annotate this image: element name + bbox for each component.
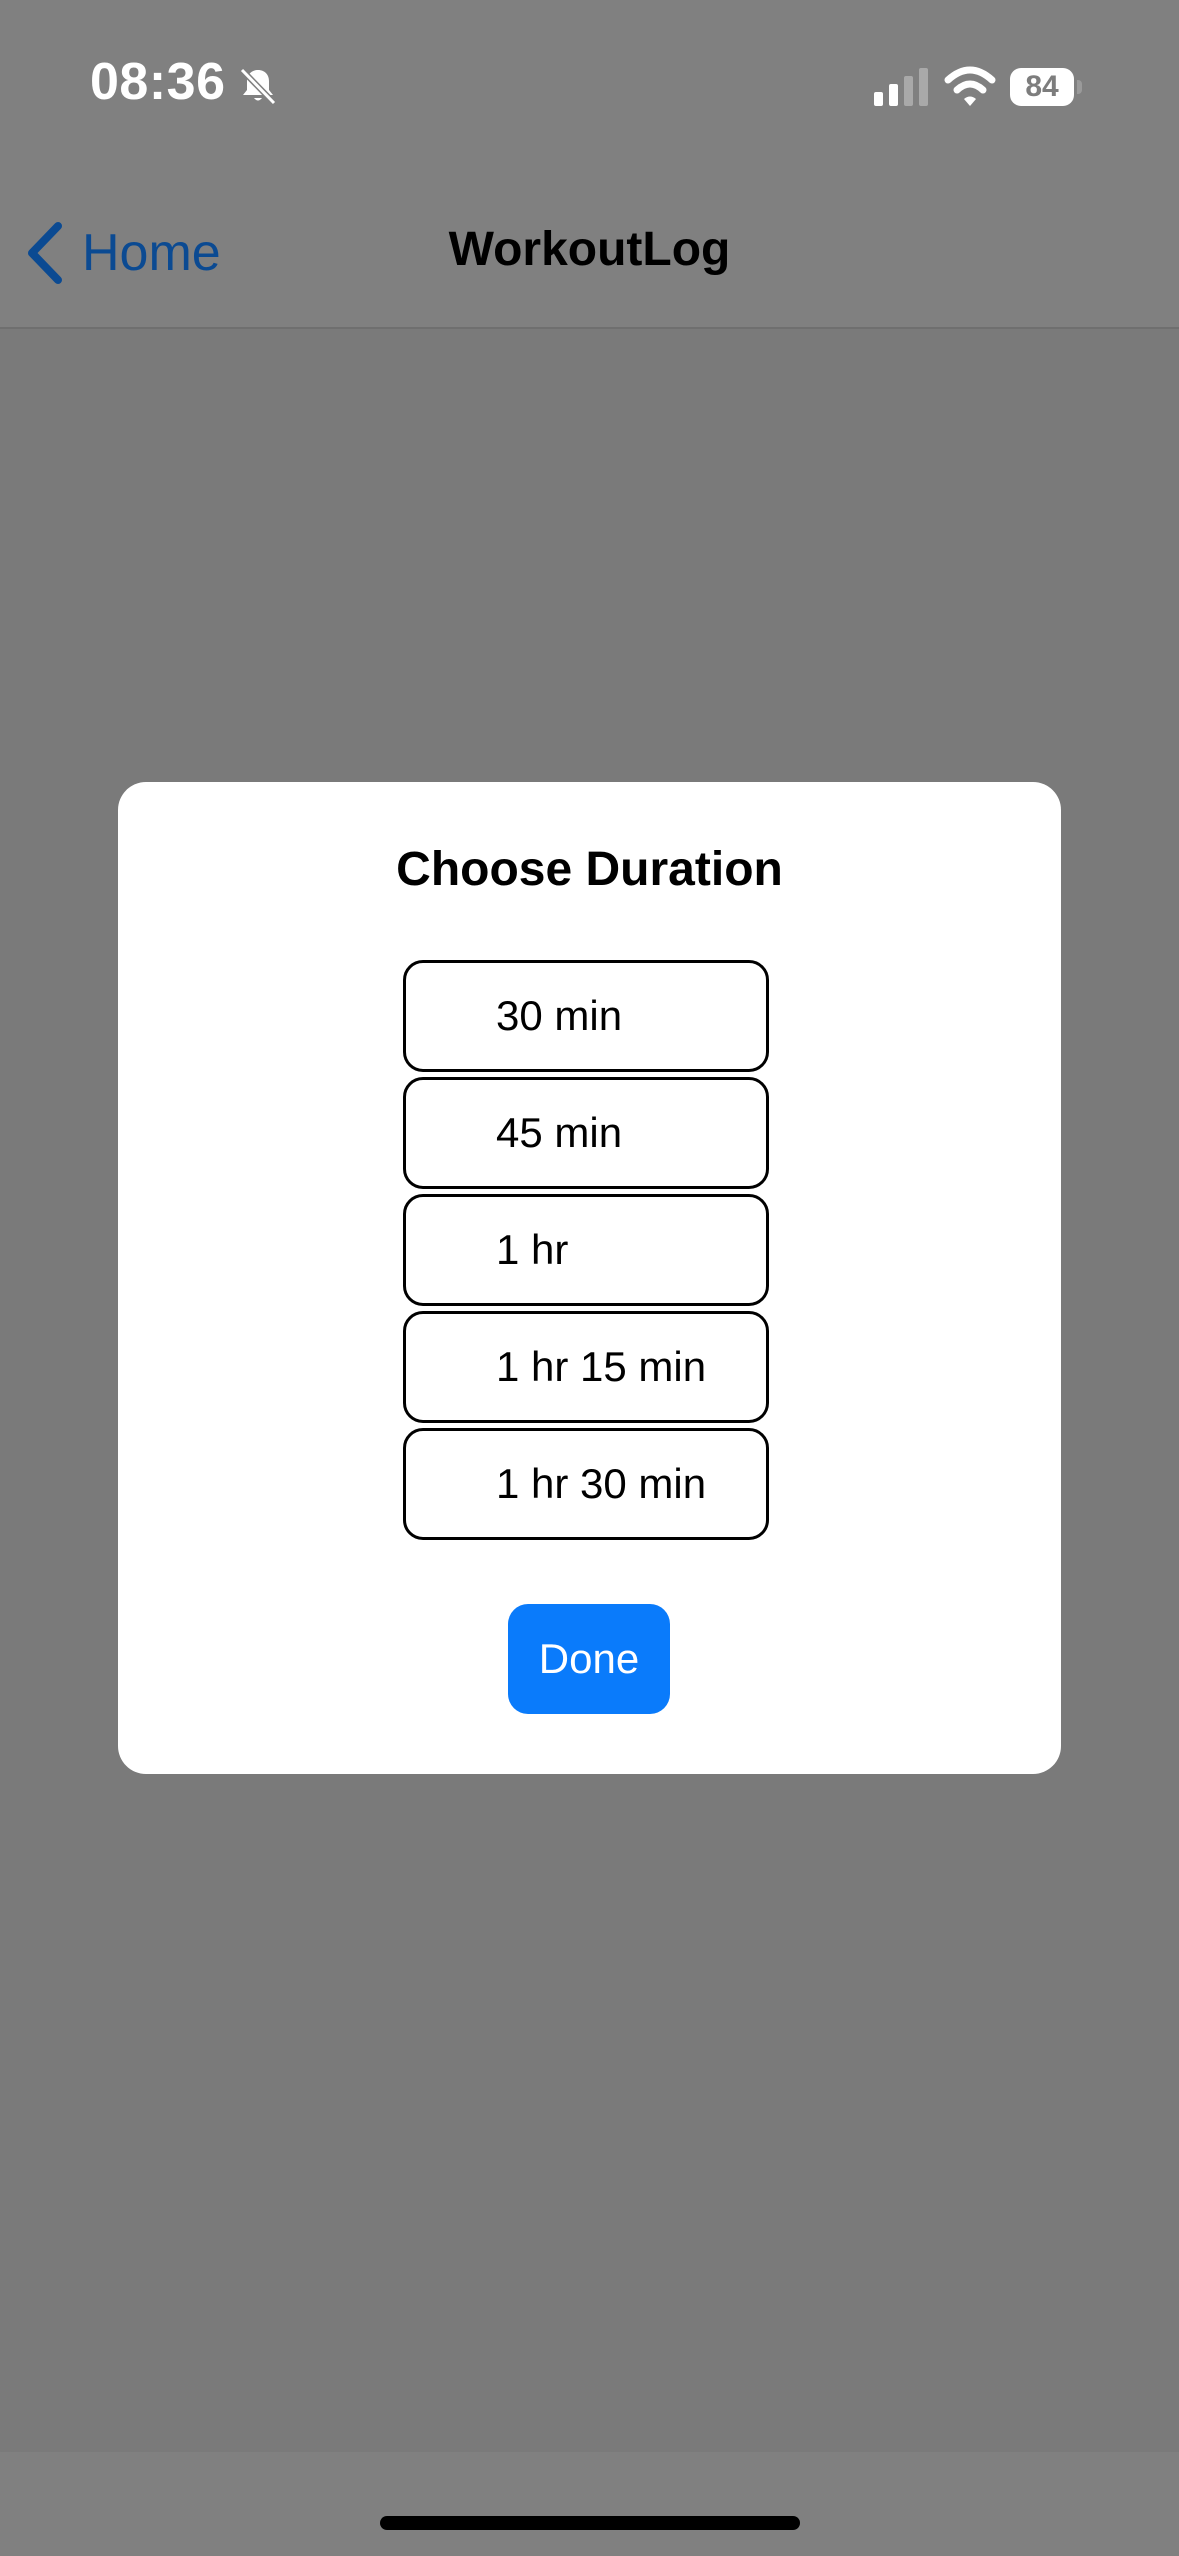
duration-option-1-hr-30-min[interactable]: 1 hr 30 min [403,1428,769,1540]
status-time: 08:36 [90,53,226,111]
option-label: 1 hr [496,1226,569,1273]
cellular-signal-icon [874,68,928,106]
bottom-bar [0,2452,1179,2556]
duration-option-1-hr[interactable]: 1 hr [403,1194,769,1306]
option-label: 45 min [496,1109,623,1156]
option-label: 1 hr 30 min [496,1460,707,1507]
page-title: WorkoutLog [448,223,731,276]
battery-icon: 84 [1010,68,1074,106]
option-label: 30 min [496,992,623,1039]
home-indicator[interactable] [380,2516,800,2530]
duration-dialog: Choose Duration 30 min 45 min 1 hr 1 hr … [118,782,1061,1774]
duration-option-1-hr-15-min[interactable]: 1 hr 15 min [403,1311,769,1423]
done-button[interactable]: Done [508,1604,670,1714]
nav-divider [0,327,1179,329]
wifi-icon [944,66,996,106]
duration-option-45-min[interactable]: 45 min [403,1077,769,1189]
bell-slash-icon [239,67,277,106]
dialog-title: Choose Duration [396,843,783,896]
option-label: 1 hr 15 min [496,1343,707,1390]
battery-nub [1077,80,1082,94]
duration-option-30-min[interactable]: 30 min [403,960,769,1072]
